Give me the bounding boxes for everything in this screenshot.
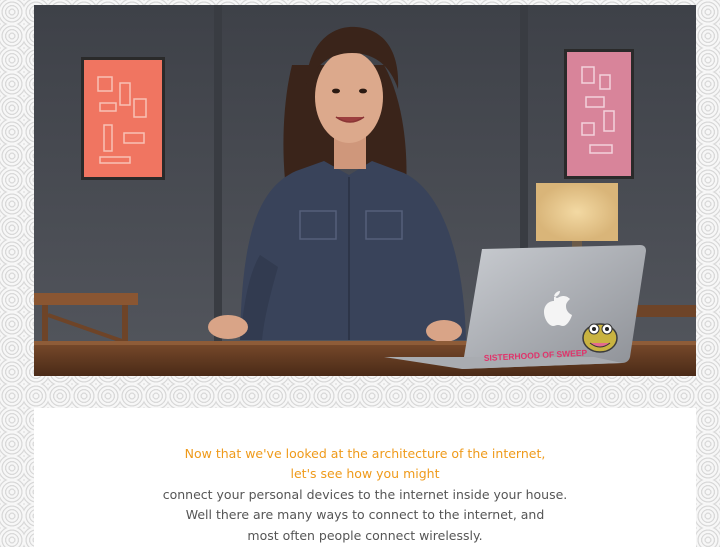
presenter-face <box>315 51 383 143</box>
presenter-hand <box>426 320 462 342</box>
transcript-text: Now that we've looked at the architectur… <box>34 444 696 546</box>
transcript-line[interactable]: Now that we've looked at the architectur… <box>34 444 696 464</box>
wall-seam <box>214 5 222 345</box>
video-player[interactable]: SISTERHOOD OF SWEEP <box>34 5 696 376</box>
transcript-line[interactable]: Well there are many ways to connect to t… <box>34 505 696 525</box>
transcript-line[interactable]: let's see how you might <box>34 464 696 484</box>
transcript-line[interactable]: connect your personal devices to the int… <box>34 485 696 505</box>
presenter-hand <box>208 315 248 339</box>
wall-art-right <box>564 49 634 179</box>
frog-sticker-icon <box>582 323 618 353</box>
transcript-panel: Now that we've looked at the architectur… <box>34 408 696 547</box>
wall-art-left <box>81 57 165 180</box>
video-frame-scene: SISTERHOOD OF SWEEP <box>34 5 696 376</box>
transcript-line[interactable]: most often people connect wirelessly. <box>34 526 696 546</box>
